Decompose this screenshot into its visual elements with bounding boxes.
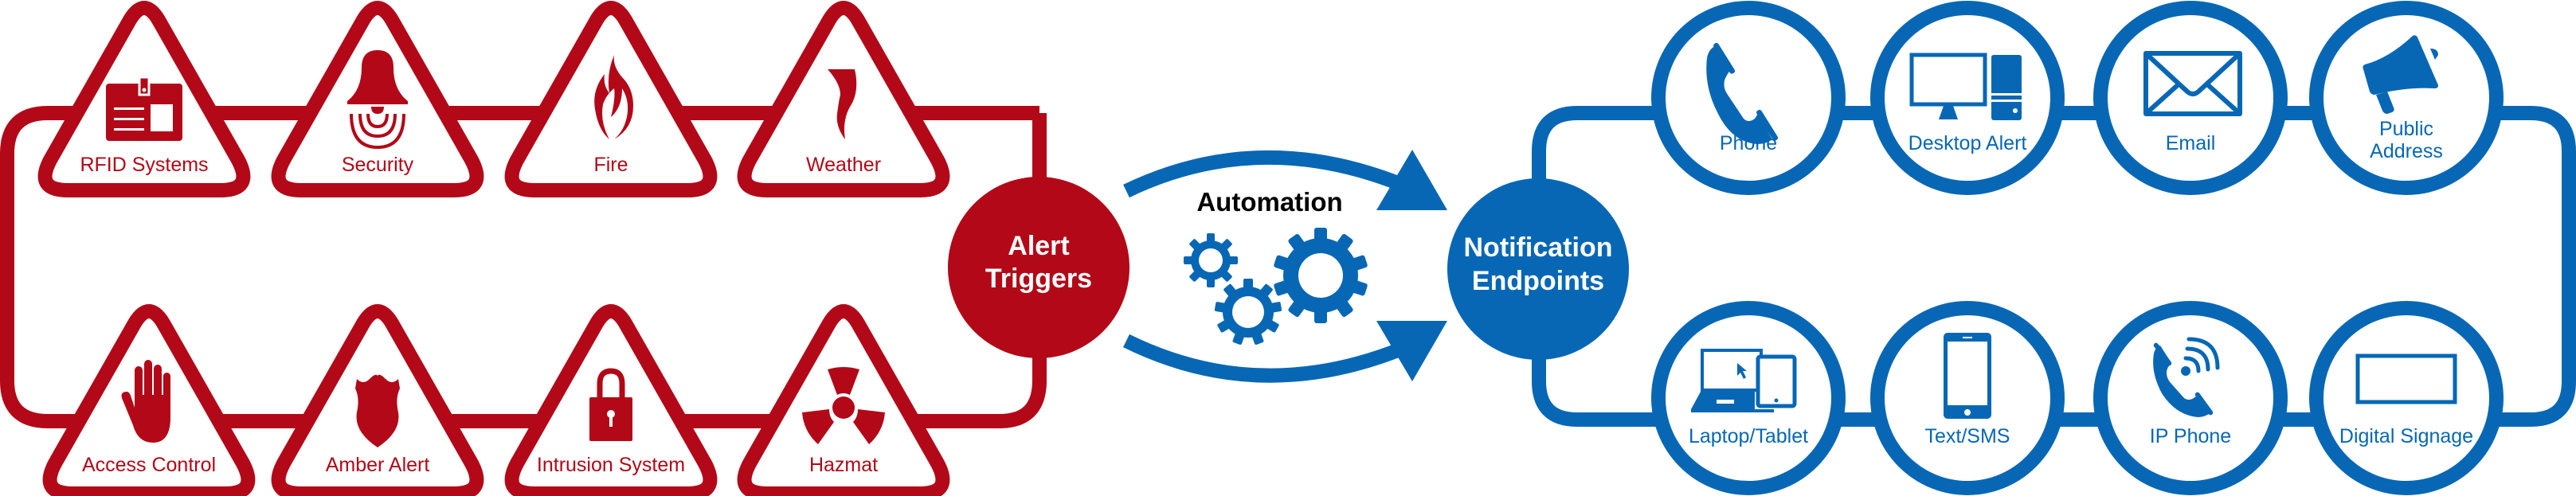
alert-automation-diagram: RFID Systems Security Fire Weather Acces… <box>0 0 2576 496</box>
endpoint-label-line-1: Public <box>2379 118 2433 140</box>
hub-label-line-2: Triggers <box>985 264 1092 294</box>
endpoint-public-address[interactable]: Public Address <box>2309 1 2504 195</box>
trigger-rfid[interactable]: RFID Systems <box>45 8 244 190</box>
endpoint-label: Desktop Alert <box>1909 132 2027 154</box>
hub-label-line-1: Notification <box>1464 232 1613 263</box>
hub-label-line-2: Endpoints <box>1472 266 1604 296</box>
trigger-access-control[interactable]: Access Control <box>50 311 249 494</box>
trigger-weather[interactable]: Weather <box>745 8 943 190</box>
endpoint-label: Digital Signage <box>2339 425 2473 447</box>
trigger-intrusion-system[interactable]: Intrusion System <box>512 311 711 494</box>
trigger-bottom-row: Access Control Amber Alert Intrusion Sys… <box>50 311 943 494</box>
endpoint-digital-signage[interactable]: Digital Signage <box>2309 301 2504 495</box>
endpoint-phone[interactable]: Phone <box>1651 1 1846 195</box>
endpoint-email[interactable]: Email <box>2093 1 2288 195</box>
automation-label: Automation <box>1196 187 1342 217</box>
trigger-label: Amber Alert <box>326 454 430 476</box>
endpoint-ip-phone[interactable]: IP Phone <box>2093 301 2288 495</box>
trigger-label: Weather <box>806 154 881 176</box>
trigger-security[interactable]: Security <box>279 8 477 190</box>
endpoint-label: Email <box>2166 132 2216 154</box>
trigger-label: Fire <box>593 154 628 176</box>
endpoint-label: Phone <box>1720 132 1777 154</box>
hub-label-line-1: Alert <box>1008 231 1069 261</box>
automation-section: Automation <box>1123 150 1447 383</box>
endpoint-label: IP Phone <box>2150 425 2231 447</box>
endpoint-desktop-alert[interactable]: Desktop Alert <box>1870 1 2065 195</box>
trigger-amber-alert[interactable]: Amber Alert <box>279 311 477 494</box>
endpoint-label-line-2: Address <box>2370 140 2443 162</box>
trigger-top-row: RFID Systems Security Fire Weather <box>45 8 943 190</box>
endpoint-top-row: Phone Desktop Alert Email Public Address <box>1651 1 2504 195</box>
trigger-hazmat[interactable]: Hazmat <box>745 311 943 494</box>
notification-endpoints-hub[interactable]: Notification Endpoints <box>1447 178 1629 360</box>
endpoint-text-sms[interactable]: Text/SMS <box>1870 301 2065 495</box>
trigger-label: Access Control <box>82 454 216 476</box>
trigger-label: RFID Systems <box>80 154 208 176</box>
endpoint-bottom-row: Laptop/Tablet Text/SMS IP Phone Digital … <box>1651 301 2504 495</box>
smartphone-icon <box>1944 333 1991 419</box>
endpoint-laptop-tablet[interactable]: Laptop/Tablet <box>1651 301 1846 495</box>
gears-icon <box>1184 228 1368 345</box>
trigger-label: Hazmat <box>809 454 878 476</box>
alert-triggers-hub[interactable]: Alert Triggers <box>948 177 1129 358</box>
trigger-label: Security <box>342 154 414 176</box>
bottom-flow-arrow <box>1123 321 1447 383</box>
endpoint-label: Text/SMS <box>1925 425 2010 447</box>
id-badge-icon <box>106 76 182 141</box>
endpoint-label: Laptop/Tablet <box>1689 425 1808 447</box>
trigger-label: Intrusion System <box>537 454 685 476</box>
trigger-fire[interactable]: Fire <box>512 8 711 190</box>
